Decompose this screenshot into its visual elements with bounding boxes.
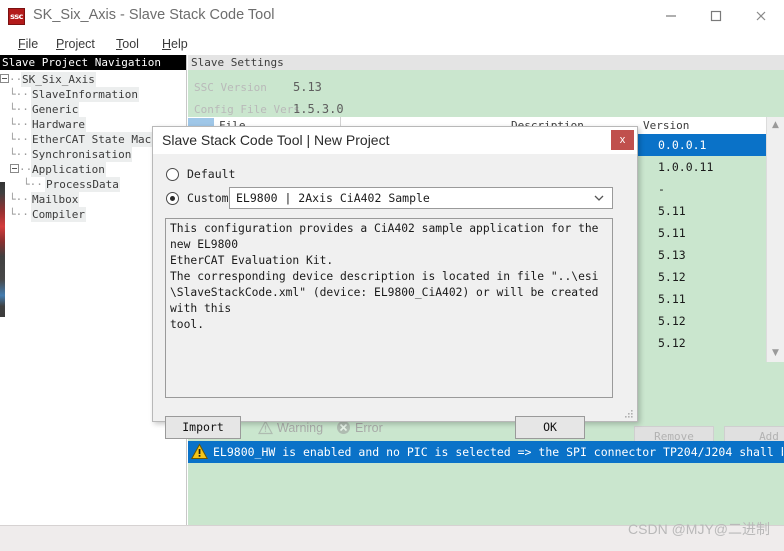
table-cell-version: 1.0.0.11 [658,160,714,174]
table-cell-version: 5.12 [658,336,686,350]
table-cell-version: - [658,182,665,196]
radio-default-label: Default [187,167,236,181]
configuration-description-box: This configuration provides a CiA402 sam… [165,218,613,398]
minimize-icon [665,15,676,17]
log-message-row[interactable]: EL9800_HW is enabled and no PIC is selec… [188,441,784,463]
log-tab-warning-label: Warning [277,421,324,435]
tree-connector: └·· [9,193,29,206]
menu-item-project[interactable]: Project [52,35,99,53]
table-cell-version: 5.12 [658,314,686,328]
tree-item-label: Application [31,162,106,177]
chevron-down-icon [593,192,605,204]
table-cell-version: 5.13 [658,248,686,262]
tree-connector: └·· [23,178,43,191]
config-file-version-value: 1.5.3.0 [293,102,344,116]
dialog-body: Default Custom EL9800 | 2Axis CiA402 Sam… [153,154,637,439]
configuration-select-value: EL9800 | 2Axis CiA402 Sample [236,191,430,205]
radio-custom-label: Custom [187,191,229,205]
log-message-text: EL9800_HW is enabled and no PIC is selec… [213,445,783,459]
tree-expander-icon[interactable] [0,73,9,83]
column-header-version[interactable]: Version [640,117,710,134]
import-button[interactable]: Import [165,416,241,439]
app-icon: ssc [8,8,25,25]
navigation-panel-header: Slave Project Navigation [0,55,186,70]
ssc-version-label: SSC Version [194,81,267,94]
config-file-version-label: Config File Vers [194,103,300,116]
tree-connector: └·· [9,88,29,101]
tree-item-label: ProcessData [45,177,120,192]
menu-bar: File Project Tool Help [0,33,784,55]
dialog-resize-grip[interactable] [623,408,634,419]
tree-item-label: EtherCAT State Mac [31,132,153,147]
table-cell-version: 0.0.0.1 [658,138,707,152]
warning-triangle-icon [190,443,209,460]
maximize-button[interactable] [693,0,738,32]
dialog-close-button[interactable]: x [611,130,634,150]
tree-item-sk-six-axis[interactable]: ··SK_Six_Axis [0,72,186,87]
minimize-button[interactable] [648,0,693,32]
radio-default-icon[interactable] [166,168,179,181]
table-vertical-scrollbar[interactable]: ▲ ▼ [766,117,784,362]
log-tab-error-label: Error [355,421,383,435]
maximize-icon [710,10,721,22]
tree-item-label: Hardware [31,117,86,132]
menu-item-help[interactable]: Help [158,35,192,53]
tree-item-label: SlaveInformation [31,87,139,102]
tree-connector: ·· [19,163,33,176]
ok-button[interactable]: OK [515,416,585,439]
tree-item-label: Compiler [31,207,86,222]
table-cell-version: 5.11 [658,292,686,306]
window-titlebar: ssc SK_Six_Axis - Slave Stack Code Tool [0,0,784,33]
tree-connector: └·· [9,208,29,221]
tree-connector: └·· [9,133,29,146]
scroll-down-icon[interactable]: ▼ [767,345,784,362]
configuration-description-text: This configuration provides a CiA402 sam… [170,222,599,331]
tree-connector: ·· [9,73,23,86]
close-button[interactable] [738,0,783,32]
tree-item-label: Mailbox [31,192,80,207]
tree-item-slaveinformation[interactable]: └·· SlaveInformation [0,87,186,102]
ssc-version-value: 5.13 [293,80,322,94]
tree-item-generic[interactable]: └·· Generic [0,102,186,117]
tree-item-label: Synchronisation [31,147,133,162]
table-cell-version: 5.11 [658,204,686,218]
menu-item-tool[interactable]: Tool [112,35,143,53]
window-title: SK_Six_Axis - Slave Stack Code Tool [33,7,275,23]
close-icon [756,11,765,21]
configuration-select[interactable]: EL9800 | 2Axis CiA402 Sample [229,187,613,209]
tree-item-label: Generic [31,102,80,117]
tree-expander-icon[interactable] [10,163,19,173]
table-cell-version: 5.11 [658,226,686,240]
tree-connector: └·· [9,148,29,161]
scroll-up-icon[interactable]: ▲ [767,117,784,134]
menu-item-file[interactable]: File [14,35,42,53]
tree-connector: └·· [9,118,29,131]
dialog-title: Slave Stack Code Tool | New Project [162,132,390,148]
tree-connector: └·· [9,103,29,116]
watermark-text: CSDN @MJY@二进制 [628,521,770,537]
warning-icon [257,420,274,435]
new-project-dialog: Slave Stack Code Tool | New Project x De… [152,126,638,439]
tree-item-label: SK_Six_Axis [21,72,96,87]
table-cell-version: 5.12 [658,270,686,284]
left-edge-scrollbar-artifact [0,182,5,317]
error-icon [336,420,351,435]
slave-settings-header: Slave Settings [188,55,784,70]
radio-custom-icon[interactable] [166,192,179,205]
dialog-titlebar: Slave Stack Code Tool | New Project x [153,127,637,154]
